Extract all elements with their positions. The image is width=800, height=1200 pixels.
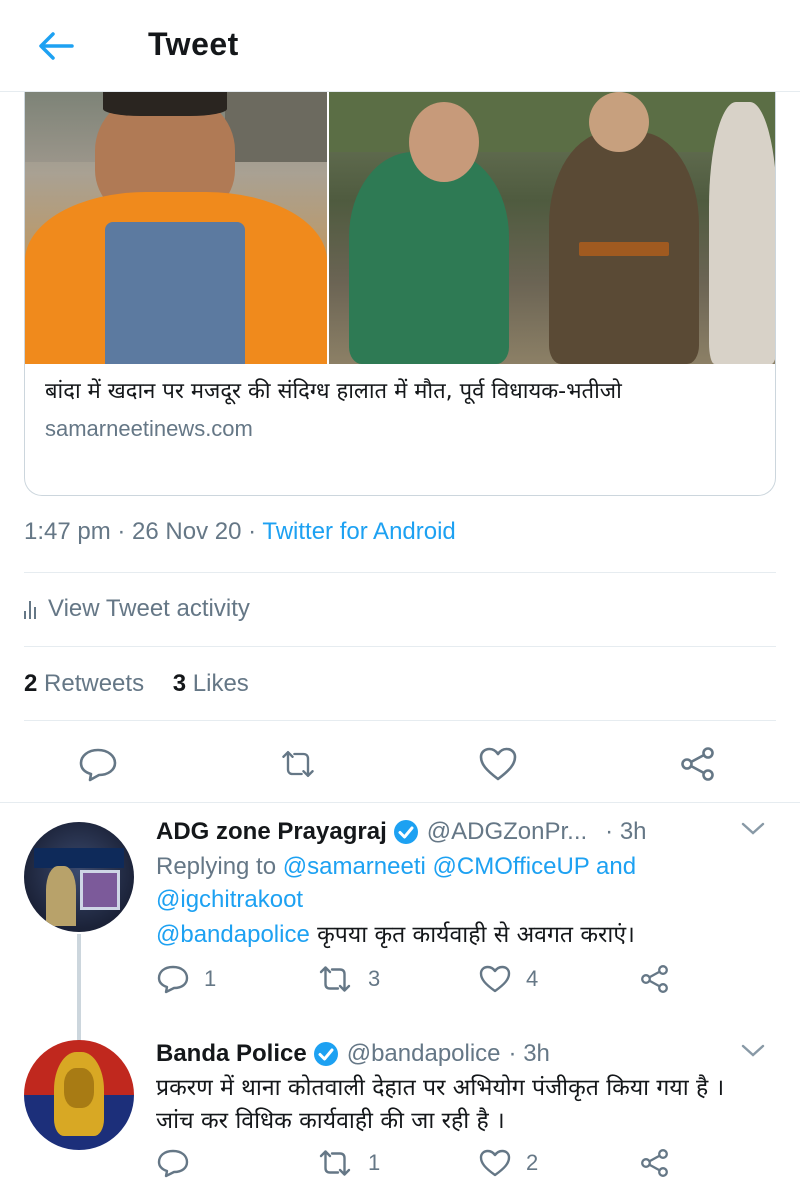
mention-link[interactable]: @bandapolice [156, 921, 310, 948]
meta-separator: · [241, 518, 263, 545]
reply-button[interactable] [78, 744, 118, 784]
reply-header: ADG zone Prayagraj @ADGZonPr... · 3h [156, 818, 766, 846]
reply-author-name[interactable]: ADG zone Prayagraj [156, 818, 387, 846]
view-tweet-activity-button[interactable]: View Tweet activity [24, 595, 250, 623]
reply-retweets-count: 3 [368, 966, 381, 991]
likes-count: 3 [172, 670, 187, 697]
reply-action-bar: 1 3 4 [156, 964, 766, 1004]
reply-author-name[interactable]: Banda Police [156, 1040, 307, 1068]
reply-like-button[interactable]: 2 [478, 1148, 538, 1178]
link-preview-card[interactable]: बांदा में खदान पर मजदूर की संदिग्ध हालात… [24, 92, 776, 496]
reply-icon [79, 748, 117, 782]
reply-text: @bandapolice कृपया कृत कार्यवाही से अवगत… [156, 918, 766, 952]
card-domain: samarneetinews.com [45, 416, 253, 441]
share-icon [681, 747, 714, 781]
avatar[interactable] [24, 1040, 134, 1150]
more-options-button[interactable] [740, 1040, 766, 1065]
retweet-icon [319, 1150, 351, 1176]
retweet-icon [319, 966, 351, 992]
reply-time: · 3h [508, 1040, 550, 1067]
more-options-button[interactable] [740, 818, 766, 843]
heart-icon [479, 747, 517, 781]
tweet-date: 26 Nov 20 [132, 518, 242, 545]
reply-author-handle[interactable]: @ADGZonPr... [427, 818, 587, 846]
chevron-down-icon [741, 1044, 765, 1057]
card-image-left [25, 92, 327, 364]
card-title: बांदा में खदान पर मजदूर की संदिग्ध हालात… [45, 379, 622, 404]
reply-icon [157, 1149, 189, 1178]
replying-to-label: Replying to [156, 853, 277, 880]
divider [24, 646, 776, 647]
back-button[interactable] [34, 26, 78, 66]
tweet-stats: 2 Retweets 3 Likes [24, 670, 271, 698]
reply-share-button[interactable] [638, 964, 686, 994]
view-tweet-activity-label: View Tweet activity [48, 595, 250, 622]
share-icon [641, 965, 668, 993]
reply-time: · 3h [605, 818, 647, 845]
meta-separator: · [110, 518, 133, 545]
share-icon [641, 1149, 668, 1177]
divider [24, 572, 776, 573]
reply-reply-button[interactable] [156, 1148, 204, 1178]
tweet-meta: 1:47 pm · 26 Nov 20 · Twitter for Androi… [24, 518, 456, 546]
reply-icon [157, 965, 189, 994]
chevron-down-icon [741, 822, 765, 835]
retweets-label: Retweets [44, 670, 145, 697]
replying-to-users[interactable]: @samarneeti @CMOfficeUP [283, 853, 590, 880]
retweet-icon [282, 751, 314, 777]
tweet-source-link[interactable]: Twitter for Android [262, 518, 455, 545]
card-image-right [329, 92, 775, 364]
thread-line [77, 934, 81, 1042]
reply-tweet[interactable]: Banda Police @bandapolice · 3h प्रकरण मे… [0, 1030, 800, 1200]
reply-like-button[interactable]: 4 [478, 964, 538, 994]
likes-label: Likes [192, 670, 249, 697]
verified-badge-icon [393, 819, 419, 845]
replying-to-user[interactable]: @igchitrakoot [156, 886, 303, 913]
heart-icon [479, 965, 511, 993]
heart-icon [479, 1149, 511, 1177]
reply-text-body: कृपया कृत कार्यवाही से अवगत कराएं। [309, 922, 635, 948]
top-bar: Tweet [0, 0, 800, 92]
reply-header: Banda Police @bandapolice · 3h [156, 1040, 766, 1068]
divider [24, 720, 776, 721]
retweets-count: 2 [24, 670, 38, 697]
arrow-left-icon [39, 32, 74, 60]
reply-retweet-button[interactable]: 1 [316, 1148, 380, 1178]
reply-reply-button[interactable]: 1 [156, 964, 216, 994]
tweet-time: 1:47 pm [24, 518, 111, 545]
retweets-stat[interactable]: 2 Retweets [24, 670, 144, 697]
reply-retweet-button[interactable]: 3 [316, 964, 380, 994]
reply-tweet[interactable]: ADG zone Prayagraj @ADGZonPr... · 3h Rep… [0, 812, 800, 1042]
reply-share-button[interactable] [638, 1148, 686, 1178]
card-image [25, 92, 775, 364]
avatar[interactable] [24, 822, 134, 932]
like-button[interactable] [478, 744, 518, 784]
verified-badge-icon [313, 1041, 339, 1067]
replying-to: Replying to @samarneeti @CMOfficeUP and … [156, 850, 766, 916]
reply-author-handle[interactable]: @bandapolice [347, 1040, 501, 1068]
share-button[interactable] [678, 744, 718, 784]
divider [0, 802, 800, 803]
page-title: Tweet [148, 26, 239, 62]
retweet-button[interactable] [278, 744, 318, 784]
likes-stat[interactable]: 3 Likes [173, 670, 249, 697]
reply-likes-count: 4 [526, 966, 539, 991]
reply-replies-count: 1 [204, 966, 217, 991]
reply-text-body: प्रकरण में थाना कोतवाली देहात पर अभियोग … [156, 1075, 725, 1134]
tweet-action-bar [0, 738, 800, 790]
reply-retweets-count: 1 [368, 1150, 381, 1175]
reply-action-bar: 1 2 [156, 1148, 766, 1188]
bar-chart-icon [24, 599, 36, 619]
replying-to-and: and [596, 853, 637, 880]
reply-likes-count: 2 [526, 1150, 539, 1175]
